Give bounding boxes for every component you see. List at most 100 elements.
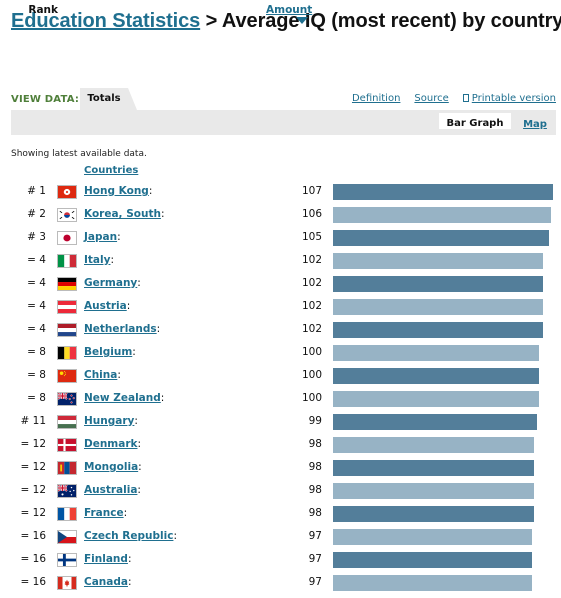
amount-cell: 98 (308, 507, 322, 519)
table-row: = 8 Belgium: 100 (0, 342, 561, 365)
country-cell: France: (84, 507, 127, 519)
country-cell: Italy: (84, 254, 114, 266)
rank-cell: = 16 (20, 530, 47, 542)
value-bar (333, 437, 534, 453)
amount-cell: 105 (301, 231, 322, 243)
rank-cell: # 3 (27, 231, 46, 243)
rank-cell: = 12 (20, 438, 47, 450)
country-cell: Australia: (84, 484, 141, 496)
flag-france-icon (57, 507, 77, 521)
country-link[interactable]: Mongolia (84, 461, 138, 473)
colon: : (127, 576, 132, 588)
flag-canada-icon (57, 576, 77, 590)
rank-cell: = 12 (20, 507, 47, 519)
printable-version-link[interactable]: Printable version (462, 93, 556, 104)
definition-link[interactable]: Definition (352, 93, 400, 104)
value-bar (333, 575, 532, 591)
value-bar (333, 460, 534, 476)
rank-cell: = 16 (20, 576, 47, 588)
table-row: = 4 Italy: 102 (0, 250, 561, 273)
country-link[interactable]: Germany (84, 277, 137, 289)
country-cell: Netherlands: (84, 323, 160, 335)
country-link[interactable]: France (84, 507, 124, 519)
colon: : (173, 530, 177, 542)
table-row: = 16 Czech Republic: 97 (0, 526, 561, 549)
value-bar (333, 529, 532, 545)
colon: : (126, 300, 131, 312)
country-link[interactable]: Finland (84, 553, 128, 565)
country-link[interactable]: Austria (84, 300, 127, 312)
value-bar (333, 506, 534, 522)
column-header-rank: Rank (28, 4, 58, 16)
amount-cell: 102 (301, 300, 322, 312)
value-bar (333, 299, 543, 315)
country-link[interactable]: Hong Kong (84, 185, 149, 197)
country-cell: Korea, South: (84, 208, 165, 220)
amount-cell: 98 (308, 461, 322, 473)
colon: : (137, 438, 142, 450)
amount-cell: 97 (308, 576, 322, 588)
tab-map[interactable]: Map (515, 114, 555, 135)
sort-descending-icon (296, 17, 308, 24)
colon: : (117, 231, 121, 243)
printable-version-label: Printable version (471, 93, 556, 104)
table-row: = 16 Canada: 97 (0, 572, 561, 595)
colon: : (134, 415, 138, 427)
ranking-table: # 1 Hong Kong: 107 # 2 Korea, South: 106 # 3… (0, 181, 561, 595)
rank-cell: = 8 (27, 369, 46, 381)
colon: : (156, 323, 161, 335)
flag-finland-icon (57, 553, 77, 567)
flag-germany-icon (57, 277, 77, 291)
column-header-countries[interactable]: Countries (84, 165, 138, 176)
column-header-amount[interactable]: Amount (266, 4, 312, 28)
flag-new-zealand-icon (57, 392, 77, 406)
rank-cell: = 4 (27, 300, 46, 312)
column-header-amount-label: Amount (266, 4, 313, 16)
flag-czech-republic-icon (57, 530, 77, 544)
country-cell: Canada: (84, 576, 132, 588)
table-row: = 8 China: 100 (0, 365, 561, 388)
country-link[interactable]: Korea, South (84, 208, 161, 220)
country-link[interactable]: Hungary (84, 415, 134, 427)
printer-icon (462, 94, 469, 102)
amount-cell: 106 (301, 208, 322, 220)
country-link[interactable]: Netherlands (84, 323, 157, 335)
country-cell: Germany: (84, 277, 141, 289)
table-row: = 12 Mongolia: 98 (0, 457, 561, 480)
data-note: Showing latest available data. (11, 149, 147, 159)
value-bar (333, 184, 553, 200)
table-row: = 4 Netherlands: 102 (0, 319, 561, 342)
country-link[interactable]: Denmark (84, 438, 138, 450)
flag-italy-icon (57, 254, 77, 268)
tab-bar-graph[interactable]: Bar Graph (439, 113, 511, 129)
country-link[interactable]: Czech Republic (84, 530, 173, 542)
flag-australia-icon (57, 484, 77, 498)
rank-cell: # 11 (20, 415, 47, 427)
country-link[interactable]: China (84, 369, 117, 381)
tab-totals[interactable]: Totals (80, 88, 137, 110)
breadcrumb-separator: > (200, 10, 222, 32)
value-bar (333, 483, 534, 499)
flag-hungary-icon (57, 415, 77, 429)
country-cell: New Zealand: (84, 392, 164, 404)
colon: : (123, 507, 128, 519)
country-link[interactable]: Belgium (84, 346, 132, 358)
colon: : (117, 369, 121, 381)
rank-cell: = 8 (27, 346, 46, 358)
amount-cell: 102 (301, 323, 322, 335)
country-link[interactable]: Canada (84, 576, 128, 588)
source-link[interactable]: Source (414, 93, 448, 104)
country-link[interactable]: New Zealand (84, 392, 161, 404)
amount-cell: 98 (308, 484, 322, 496)
country-link[interactable]: Australia (84, 484, 137, 496)
flag-netherlands-icon (57, 323, 77, 337)
value-bar (333, 368, 539, 384)
amount-cell: 100 (301, 369, 322, 381)
country-link[interactable]: Italy (84, 254, 110, 266)
colon: : (138, 461, 142, 473)
country-cell: Denmark: (84, 438, 141, 450)
country-link[interactable]: Japan (84, 231, 117, 243)
rank-cell: = 4 (27, 277, 46, 289)
table-row: # 11 Hungary: 99 (0, 411, 561, 434)
flag-belgium-icon (57, 346, 77, 360)
